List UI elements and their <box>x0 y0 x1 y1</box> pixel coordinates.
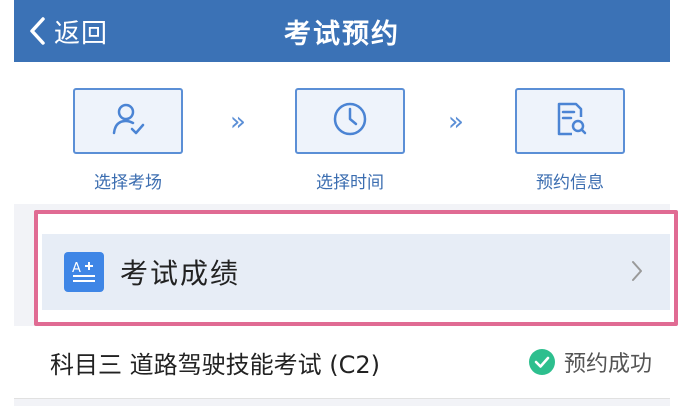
step-icon-box <box>295 88 405 154</box>
step-label: 选择考场 <box>94 173 162 193</box>
clock-icon <box>330 99 370 143</box>
step-booking-info[interactable]: 预约信息 <box>514 88 626 193</box>
step-select-time[interactable]: 选择时间 <box>294 88 406 193</box>
app-screen: 返回 考试预约 选择考场 » 选择时间 » 预约信息 A 考试成绩 科目三 道路… <box>14 0 678 406</box>
step-arrow-icon: » <box>448 107 464 137</box>
person-check-icon <box>108 99 148 143</box>
exam-name: 科目三 道路驾驶技能考试 (C2) <box>50 350 381 379</box>
step-label: 选择时间 <box>316 173 384 193</box>
top-bar: 返回 考试预约 <box>14 0 670 62</box>
step-icon-box <box>73 88 183 154</box>
exam-score-entry[interactable]: A 考试成绩 <box>34 210 678 326</box>
chevron-right-icon <box>630 256 644 290</box>
exam-booking-item[interactable]: 科目三 道路驾驶技能考试 (C2) 预约成功 <box>14 326 670 399</box>
exam-score-label: 考试成绩 <box>120 257 241 290</box>
step-arrow-icon: » <box>230 107 246 137</box>
check-circle-icon <box>528 348 556 376</box>
step-label: 预约信息 <box>536 173 604 193</box>
status-label: 预约成功 <box>563 352 652 377</box>
step-icon-box <box>515 88 625 154</box>
exam-score-row[interactable]: A 考试成绩 <box>42 234 670 310</box>
step-select-venue[interactable]: 选择考场 <box>72 88 184 193</box>
booking-steps: 选择考场 » 选择时间 » 预约信息 <box>14 62 670 204</box>
score-report-icon: A <box>64 252 104 292</box>
page-title: 考试预约 <box>284 18 400 50</box>
booking-status: 预约成功 <box>528 326 652 398</box>
svg-text:A: A <box>72 261 81 276</box>
document-search-icon <box>550 99 590 143</box>
